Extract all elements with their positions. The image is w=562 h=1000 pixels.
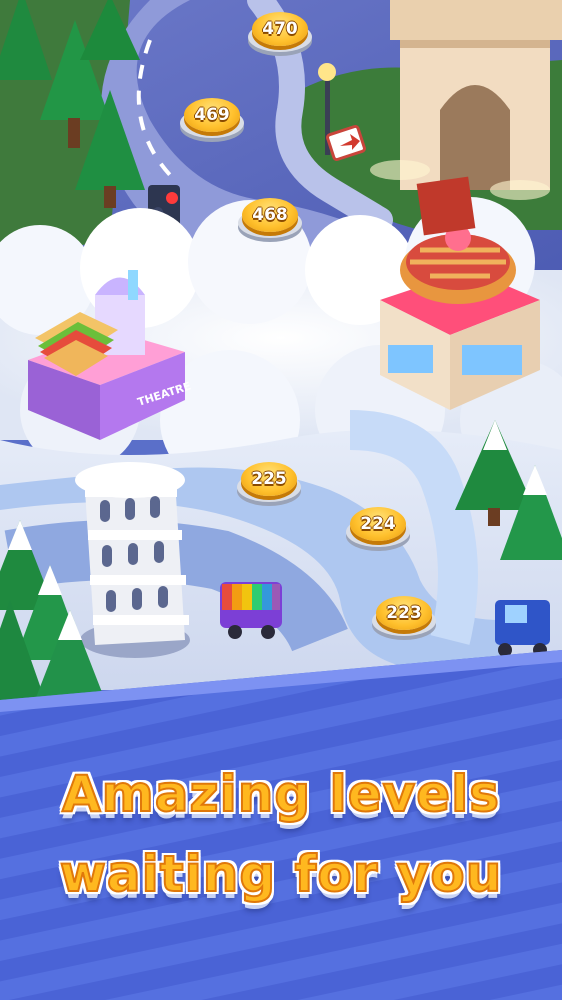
level-number: 224 bbox=[360, 514, 396, 534]
level-node-224[interactable]: 224 bbox=[346, 507, 410, 551]
level-number: 225 bbox=[251, 469, 287, 489]
level-coin: 224 bbox=[350, 507, 406, 541]
level-number: 468 bbox=[252, 205, 288, 225]
headline-line-2: waiting for you bbox=[59, 844, 503, 904]
level-coin: 468 bbox=[242, 198, 298, 232]
level-number: 470 bbox=[262, 19, 298, 39]
level-coin: 470 bbox=[252, 12, 308, 46]
headline-line-1: Amazing levels bbox=[61, 764, 501, 824]
level-coin: 469 bbox=[184, 98, 240, 132]
level-node-470[interactable]: 470 bbox=[248, 12, 312, 56]
level-number: 223 bbox=[386, 603, 422, 623]
level-node-225[interactable]: 225 bbox=[237, 462, 301, 506]
promo-banner: Amazing levels waiting for you bbox=[0, 690, 562, 1000]
level-node-223[interactable]: 223 bbox=[372, 596, 436, 640]
level-coin: 223 bbox=[376, 596, 432, 630]
level-node-468[interactable]: 468 bbox=[238, 198, 302, 242]
level-number: 469 bbox=[194, 105, 230, 125]
level-coin: 225 bbox=[241, 462, 297, 496]
game-screen: THEATRE 470 469 468 225 224 223 Amazing … bbox=[0, 0, 562, 1000]
level-node-469[interactable]: 469 bbox=[180, 98, 244, 142]
